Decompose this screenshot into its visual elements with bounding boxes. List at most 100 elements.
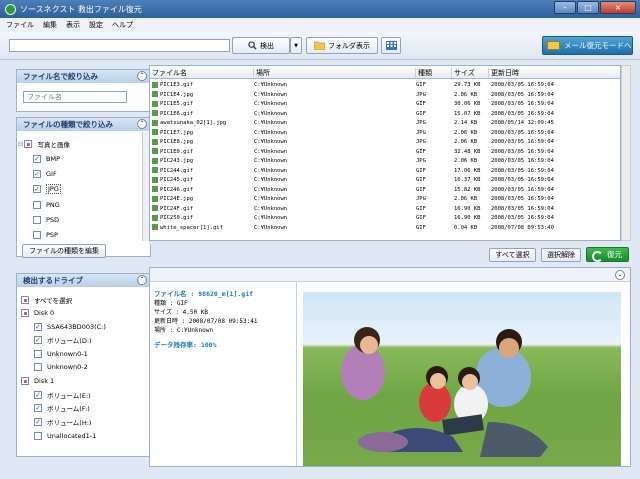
collapse-tree-icon[interactable]: ⊟: [18, 140, 23, 148]
mail-restore-mode-button[interactable]: メール復元モードへ: [542, 36, 633, 55]
select-all-files-button[interactable]: すべて選択: [489, 248, 536, 262]
partial-checkbox[interactable]: [21, 376, 29, 385]
restore-button[interactable]: 復元: [586, 247, 629, 262]
search-dropdown[interactable]: ▼: [290, 37, 302, 54]
volume-c[interactable]: ✓ SSA643BD003(C:): [34, 321, 106, 332]
checkbox[interactable]: [34, 431, 42, 440]
view-mode-button[interactable]: [381, 37, 401, 54]
partial-checkbox[interactable]: [21, 295, 29, 304]
cell-name: PIC1E5.gif: [152, 100, 193, 108]
close-button[interactable]: ×: [600, 1, 636, 14]
checkbox[interactable]: ✓: [34, 335, 42, 344]
type-item-psd[interactable]: PSD: [33, 214, 59, 225]
volume-e[interactable]: ✓ ボリューム(E:): [34, 389, 91, 400]
cell-name: PIC246.gif: [152, 186, 193, 194]
table-row[interactable]: PIC1E9.gif C:¥Unknown GIF 32.48 KB 2008/03/0…: [150, 148, 620, 156]
menu-view[interactable]: 表示: [66, 20, 80, 30]
table-row[interactable]: PIC244.gif C:¥Unknown GIF 17.06 KB 2008/03/0…: [150, 167, 620, 175]
maximize-button[interactable]: □: [577, 1, 599, 14]
cell-text: 2008/03/05 16:59:04: [491, 110, 554, 117]
disk-0[interactable]: Disk 0: [21, 307, 54, 318]
disk-1[interactable]: Disk 1: [21, 375, 54, 386]
checkbox[interactable]: ✓: [33, 154, 41, 163]
type-group-photos[interactable]: ⊟ 写真と画像: [18, 138, 70, 149]
table-row[interactable]: PIC1E4.jpg C:¥Unknown JPG 2.06 KB 2008/03/05…: [150, 91, 620, 99]
collapse-name-filter-icon[interactable]: ⌃: [137, 71, 147, 81]
table-row[interactable]: PIC1E7.jpg C:¥Unknown JPG 2.06 KB 2008/03/05…: [150, 129, 620, 137]
checkbox[interactable]: ✓: [34, 403, 42, 412]
cell-text: 15.82 KB: [454, 186, 481, 193]
checkbox[interactable]: [34, 349, 42, 358]
type-item-jpg[interactable]: ✓ JPG: [33, 183, 61, 194]
collapse-preview-icon[interactable]: ⌄: [615, 270, 625, 280]
cell-modified: 2008/03/05 16:59:04: [491, 81, 554, 89]
cell-text: C:¥Unknown: [254, 196, 288, 202]
folder-view-button[interactable]: フォルダ表示: [306, 37, 378, 54]
volume-unknown0-1[interactable]: Unknown0-1: [34, 348, 88, 359]
deselect-button[interactable]: 選択解除: [541, 248, 581, 262]
checkbox[interactable]: [33, 230, 41, 239]
table-row[interactable]: PIC1E8.jpg C:¥Unknown JPG 2.06 KB 2008/03/05…: [150, 138, 620, 146]
volume-h[interactable]: ✓ ボリューム(H:): [34, 416, 91, 427]
disk-label: Disk 1: [34, 376, 55, 385]
type-item-png[interactable]: PNG: [33, 199, 60, 210]
table-row[interactable]: PIC245.gif C:¥Unknown GIF 16.37 KB 2008/03/0…: [150, 176, 620, 184]
select-all-drives[interactable]: すべてを選択: [21, 294, 72, 305]
table-row[interactable]: PIC24E.jpg C:¥Unknown JPG 2.06 KB 2008/03/05…: [150, 195, 620, 203]
table-row[interactable]: awatsunaka_02[1].jpg C:¥Unknown JPG 2.14 KB…: [150, 119, 620, 127]
filename-filter-input[interactable]: [23, 91, 127, 103]
checkbox[interactable]: ✓: [33, 169, 41, 178]
partial-checkbox[interactable]: [24, 139, 33, 148]
table-row[interactable]: PIC1E6.gif C:¥Unknown GIF 15.07 KB 2008/03/0…: [150, 110, 620, 118]
column-size[interactable]: サイズ: [452, 68, 489, 78]
type-item-bmp[interactable]: ✓ BMP: [33, 153, 60, 164]
search-button[interactable]: 検出: [232, 37, 290, 54]
cell-text: C:¥Unknown: [254, 205, 288, 212]
column-filename[interactable]: ファイル名: [150, 68, 254, 78]
cell-location: C:¥Unknown: [254, 81, 287, 89]
partial-checkbox[interactable]: [21, 308, 29, 317]
table-row[interactable]: PIC1E3.gif C:¥Unknown GIF 29.73 KB 2008/03/0…: [150, 81, 620, 89]
edit-file-types-button[interactable]: ファイルの種類を編集: [22, 244, 106, 258]
table-row[interactable]: PIC1E5.gif C:¥Unknown GIF 30.06 KB 2008/03/0…: [150, 100, 620, 108]
type-item-psp[interactable]: PSP: [33, 229, 58, 240]
volume-unallocated1-1[interactable]: Unallocated1-1: [34, 430, 96, 441]
type-label: JPG: [46, 183, 61, 194]
volume-f[interactable]: ✓ ボリューム(F:): [34, 402, 90, 413]
cell-text: 16.90 KB: [454, 205, 481, 212]
collapse-type-filter-icon[interactable]: ⌃: [137, 119, 147, 129]
checkbox[interactable]: ✓: [33, 184, 41, 193]
menu-edit[interactable]: 編集: [43, 20, 57, 30]
minimize-button[interactable]: –: [554, 1, 576, 14]
cell-text: PIC24E.jpg: [160, 196, 194, 202]
menu-settings[interactable]: 設定: [89, 20, 103, 30]
menu-file[interactable]: ファイル: [6, 20, 34, 30]
checkbox[interactable]: ✓: [34, 417, 42, 426]
checkbox[interactable]: [34, 362, 42, 371]
preview-type: 種類 : GIF: [154, 300, 188, 307]
image-file-icon: [152, 157, 158, 164]
checkbox[interactable]: [33, 200, 41, 209]
preview-filename: ファイル名 : 98620_m[1].gif: [154, 290, 254, 298]
checkbox[interactable]: [33, 215, 41, 224]
volume-unknown0-2[interactable]: Unknown0-2: [34, 361, 88, 372]
collapse-drives-icon[interactable]: ⌃: [137, 275, 147, 285]
table-row[interactable]: PIC250.gif C:¥Unknown GIF 16.90 KB 2008/03/0…: [150, 214, 620, 222]
table-row[interactable]: PIC246.gif C:¥Unknown GIF 15.82 KB 2008/03/0…: [150, 186, 620, 194]
search-input[interactable]: [9, 39, 230, 52]
checkbox[interactable]: ✓: [34, 322, 42, 331]
volume-d[interactable]: ✓ ボリューム(D:): [34, 334, 92, 345]
cell-size: 2.06 KB: [454, 129, 477, 137]
column-location[interactable]: 場所: [254, 68, 416, 78]
table-row[interactable]: PIC243.jpg C:¥Unknown JPG 2.06 KB 2008/03/05…: [150, 157, 620, 165]
cell-modified: 2008/03/05 16:59:04: [491, 176, 554, 184]
column-type[interactable]: 種類: [416, 68, 452, 78]
table-row[interactable]: white_spacer[1].gif C:¥Unknown GIF 0.04 KB 2…: [150, 224, 620, 232]
menu-help[interactable]: ヘルプ: [112, 20, 133, 30]
table-row[interactable]: PIC24F.gif C:¥Unknown GIF 16.90 KB 2008/03/0…: [150, 205, 620, 213]
file-list-scrollbar[interactable]: [621, 65, 631, 241]
cell-text: PIC246.gif: [160, 186, 194, 193]
column-modified[interactable]: 更新日時: [489, 68, 620, 78]
checkbox[interactable]: ✓: [34, 390, 42, 399]
type-item-gif[interactable]: ✓ GIF: [33, 168, 57, 179]
